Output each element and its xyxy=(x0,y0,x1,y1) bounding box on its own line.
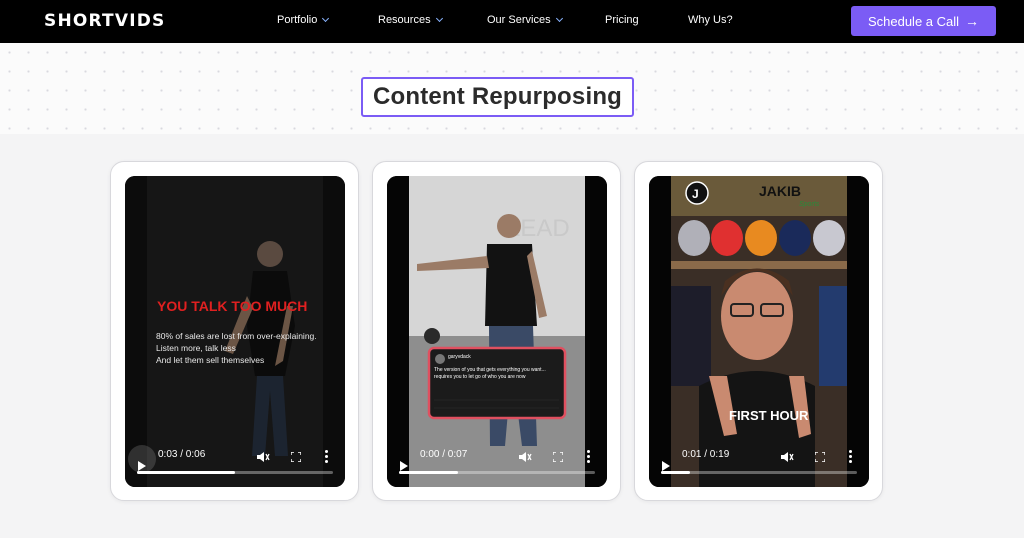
video-progress-track[interactable] xyxy=(399,471,595,474)
channel-name: JAKIB xyxy=(759,183,801,199)
more-options-icon[interactable] xyxy=(325,450,329,463)
video-card-1: YOU TALK TOO MUCH 80% of sales are lost … xyxy=(110,161,359,501)
video-card-3: J JAKIB Sports FIRST HOUR 0:01 / 0:19 xyxy=(634,161,883,501)
mute-icon[interactable] xyxy=(256,451,270,463)
play-button[interactable] xyxy=(128,445,156,473)
nav-label: Resources xyxy=(378,14,431,26)
fullscreen-icon[interactable] xyxy=(291,452,301,462)
video-progress-track[interactable] xyxy=(661,471,857,474)
more-options-icon[interactable] xyxy=(849,450,853,463)
video-controls: 0:01 / 0:19 xyxy=(649,437,869,487)
cta-label: Schedule a Call xyxy=(867,13,960,29)
video-time: 0:01 / 0:19 xyxy=(682,449,730,460)
tweet-user: garyvdack xyxy=(448,354,471,360)
arrow-right-icon: → xyxy=(965,13,980,29)
schedule-call-button[interactable]: Schedule a Call → xyxy=(851,6,996,36)
video-controls: 0:00 / 0:07 xyxy=(387,437,607,487)
video-player-2[interactable]: LEAD garyvdack The version of you that g… xyxy=(387,176,607,487)
section-title: Content Repurposing xyxy=(372,83,623,110)
chevron-down-icon xyxy=(555,14,563,23)
play-icon xyxy=(662,461,670,471)
video-player-1[interactable]: YOU TALK TOO MUCH 80% of sales are lost … xyxy=(125,176,345,487)
video-controls: 0:03 / 0:06 xyxy=(125,437,345,487)
nav-label: Pricing xyxy=(605,14,639,26)
fullscreen-icon[interactable] xyxy=(553,452,563,462)
mute-icon[interactable] xyxy=(780,451,794,463)
top-nav: SHORTVIDS Portfolio Resources Our Servic… xyxy=(0,0,1024,43)
more-options-icon[interactable] xyxy=(587,450,591,463)
nav-item-resources[interactable]: Resources xyxy=(378,14,443,26)
nav-label: Portfolio xyxy=(277,14,318,26)
video-card-2: LEAD garyvdack The version of you that g… xyxy=(372,161,621,501)
video-progress-fill xyxy=(661,471,691,474)
nav-label: Why Us? xyxy=(688,14,733,26)
video-progress-track[interactable] xyxy=(137,471,333,474)
play-icon xyxy=(138,461,146,471)
nav-item-our-services[interactable]: Our Services xyxy=(487,14,563,26)
video-time: 0:00 / 0:07 xyxy=(420,449,468,460)
video-caption: FIRST HOUR xyxy=(729,408,809,423)
fullscreen-icon[interactable] xyxy=(815,452,825,462)
nav-label: Our Services xyxy=(487,14,551,26)
video-caption-line: And let them sell themselves xyxy=(156,355,264,365)
play-button[interactable] xyxy=(390,445,418,473)
video-caption-line: 80% of sales are lost from over-explaini… xyxy=(156,331,317,341)
section-title-box: Content Repurposing xyxy=(361,77,634,117)
video-progress-fill xyxy=(399,471,458,474)
chevron-down-icon xyxy=(435,14,443,23)
video-progress-fill xyxy=(137,471,235,474)
nav-item-pricing[interactable]: Pricing xyxy=(605,14,639,26)
mute-icon[interactable] xyxy=(518,451,532,463)
video-player-3[interactable]: J JAKIB Sports FIRST HOUR 0:01 / 0:19 xyxy=(649,176,869,487)
chevron-down-icon xyxy=(322,14,330,23)
video-caption-line: Listen more, talk less xyxy=(156,343,236,353)
play-button[interactable] xyxy=(652,445,680,473)
nav-item-why-us[interactable]: Why Us? xyxy=(688,14,733,26)
play-icon xyxy=(400,461,408,471)
logo[interactable]: SHORTVIDS xyxy=(44,11,165,31)
video-time: 0:03 / 0:06 xyxy=(158,449,206,460)
nav-item-portfolio[interactable]: Portfolio xyxy=(277,14,330,26)
video-headline: YOU TALK TOO MUCH xyxy=(157,298,307,314)
tweet-text: The version of you that gets everything … xyxy=(434,367,546,380)
channel-sub: Sports xyxy=(799,201,820,208)
svg-text:J: J xyxy=(692,187,699,201)
